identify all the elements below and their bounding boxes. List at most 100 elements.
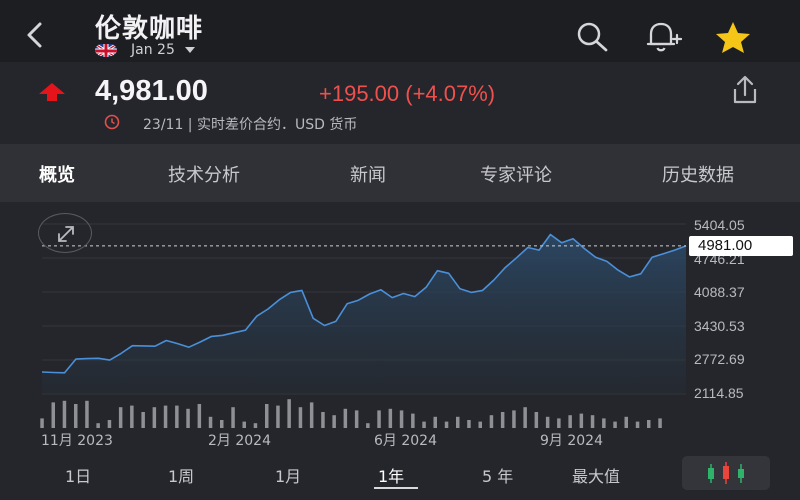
- section-tabs: 概览 技术分析 新闻 专家评论 历史数据: [0, 144, 800, 202]
- price-chart[interactable]: 5404.05 4746.21 4088.37 3430.53 2772.69 …: [0, 202, 800, 454]
- x-tick-label: 11月 2023: [41, 433, 113, 449]
- volume-bar: [74, 404, 78, 428]
- contract-selector[interactable]: Jan 25: [95, 41, 195, 59]
- volume-bar: [545, 416, 550, 428]
- volume-bar: [298, 407, 303, 428]
- back-icon[interactable]: [22, 20, 48, 50]
- last-price: 4,981.00: [95, 75, 208, 107]
- volume-bar: [500, 412, 505, 428]
- quote-panel: 4,981.00 +195.00 (+4.07%) 23/11 | 实时差价合约…: [0, 62, 800, 144]
- volume-bar: [253, 423, 258, 428]
- volume-bar: [96, 423, 100, 428]
- volume-bar: [242, 421, 246, 428]
- volume-bar: [287, 399, 291, 428]
- volume-bar: [478, 421, 482, 428]
- star-icon[interactable]: [712, 20, 752, 54]
- volume-bar: [534, 412, 539, 428]
- uk-flag-icon: [95, 43, 117, 57]
- volume-bar: [309, 402, 314, 428]
- arrow-up-icon: [38, 82, 66, 106]
- tab-expert-commentary[interactable]: 专家评论: [480, 161, 552, 187]
- alert-add-icon[interactable]: [642, 20, 683, 54]
- tab-historical-data[interactable]: 历史数据: [662, 161, 734, 187]
- chevron-down-icon: [184, 47, 195, 53]
- volume-bar: [40, 418, 44, 428]
- price-chart-svg: [40, 223, 687, 428]
- candlestick-icon: [708, 462, 744, 484]
- x-tick-label: 2月 2024: [208, 433, 271, 449]
- y-tick-label: 2772.69: [694, 351, 745, 367]
- range-1y[interactable]: 1年: [378, 463, 404, 487]
- volume-bar: [635, 421, 640, 428]
- quote-meta-text: 23/11 | 实时差价合约．USD 货币: [143, 117, 358, 133]
- volume-bar: [343, 408, 348, 428]
- range-1d[interactable]: 1日: [65, 463, 91, 487]
- volume-bar: [399, 410, 404, 428]
- volume-bar: [197, 404, 202, 428]
- volume-bar: [186, 408, 190, 428]
- volume-bar: [85, 400, 89, 428]
- volume-bar: [422, 421, 426, 428]
- price-change: +195.00 (+4.07%): [319, 81, 496, 106]
- volume-bar: [557, 418, 561, 428]
- tab-technical-analysis[interactable]: 技术分析: [168, 161, 240, 187]
- last-price-tag: 4981.00: [689, 235, 793, 256]
- share-icon[interactable]: [728, 74, 762, 108]
- tab-overview[interactable]: 概览: [39, 161, 75, 187]
- volume-bar: [265, 404, 269, 428]
- volume-bar: [118, 407, 123, 428]
- volume-bar: [377, 410, 381, 428]
- volume-bar: [602, 418, 606, 428]
- expand-icon[interactable]: [38, 213, 92, 253]
- volume-bar: [568, 415, 572, 428]
- tab-news[interactable]: 新闻: [350, 161, 386, 187]
- volume-bar: [354, 410, 359, 428]
- volume-bar: [130, 405, 134, 428]
- clock-icon: [103, 114, 121, 134]
- volume-bar: [590, 415, 595, 428]
- volume-bar: [433, 416, 437, 428]
- volume-bar: [62, 400, 67, 428]
- top-bar: 伦敦咖啡 Jan 25: [0, 0, 800, 62]
- contract-label: Jan 25: [131, 42, 175, 58]
- quote-meta: 23/11 | 实时差价合约．USD 货币: [103, 114, 357, 134]
- volume-bar: [152, 407, 157, 428]
- volume-bar: [613, 421, 617, 428]
- volume-bar: [658, 418, 662, 428]
- range-1m[interactable]: 1月: [275, 463, 301, 487]
- search-icon[interactable]: [572, 20, 612, 54]
- volume-bar: [523, 407, 527, 428]
- page-title: 伦敦咖啡: [95, 14, 204, 44]
- active-range-indicator: [374, 487, 418, 489]
- time-range-selector: 1日 1周 1月 1年 5 年 最大值: [0, 454, 800, 500]
- y-tick-label: 4088.37: [694, 284, 745, 300]
- volume-bar: [456, 416, 460, 428]
- volume-bar: [51, 402, 55, 428]
- range-1w[interactable]: 1周: [168, 463, 194, 487]
- y-tick-label: 5404.05: [694, 217, 745, 233]
- x-tick-label: 6月 2024: [374, 433, 437, 449]
- volume-bar: [579, 413, 584, 428]
- volume-bar: [321, 412, 325, 428]
- x-tick-label: 9月 2024: [540, 433, 603, 449]
- chart-type-button[interactable]: [682, 456, 770, 490]
- volume-bar: [489, 415, 494, 428]
- volume-bar: [141, 412, 145, 428]
- volume-bar: [175, 405, 179, 428]
- volume-bar: [647, 420, 651, 428]
- range-5y[interactable]: 5 年: [482, 463, 513, 487]
- volume-bar: [512, 410, 516, 428]
- volume-bar: [467, 420, 471, 428]
- volume-bar: [276, 405, 280, 428]
- volume-bar: [163, 405, 168, 428]
- volume-bar: [107, 420, 112, 428]
- volume-bar: [388, 408, 393, 428]
- range-max[interactable]: 最大值: [572, 463, 620, 487]
- volume-bar: [220, 420, 224, 428]
- volume-bar: [231, 407, 235, 428]
- volume-bar: [332, 415, 336, 428]
- volume-bar: [411, 413, 415, 428]
- y-tick-label: 3430.53: [694, 318, 745, 334]
- volume-bar: [366, 423, 370, 428]
- y-tick-label: 2114.85: [694, 385, 744, 401]
